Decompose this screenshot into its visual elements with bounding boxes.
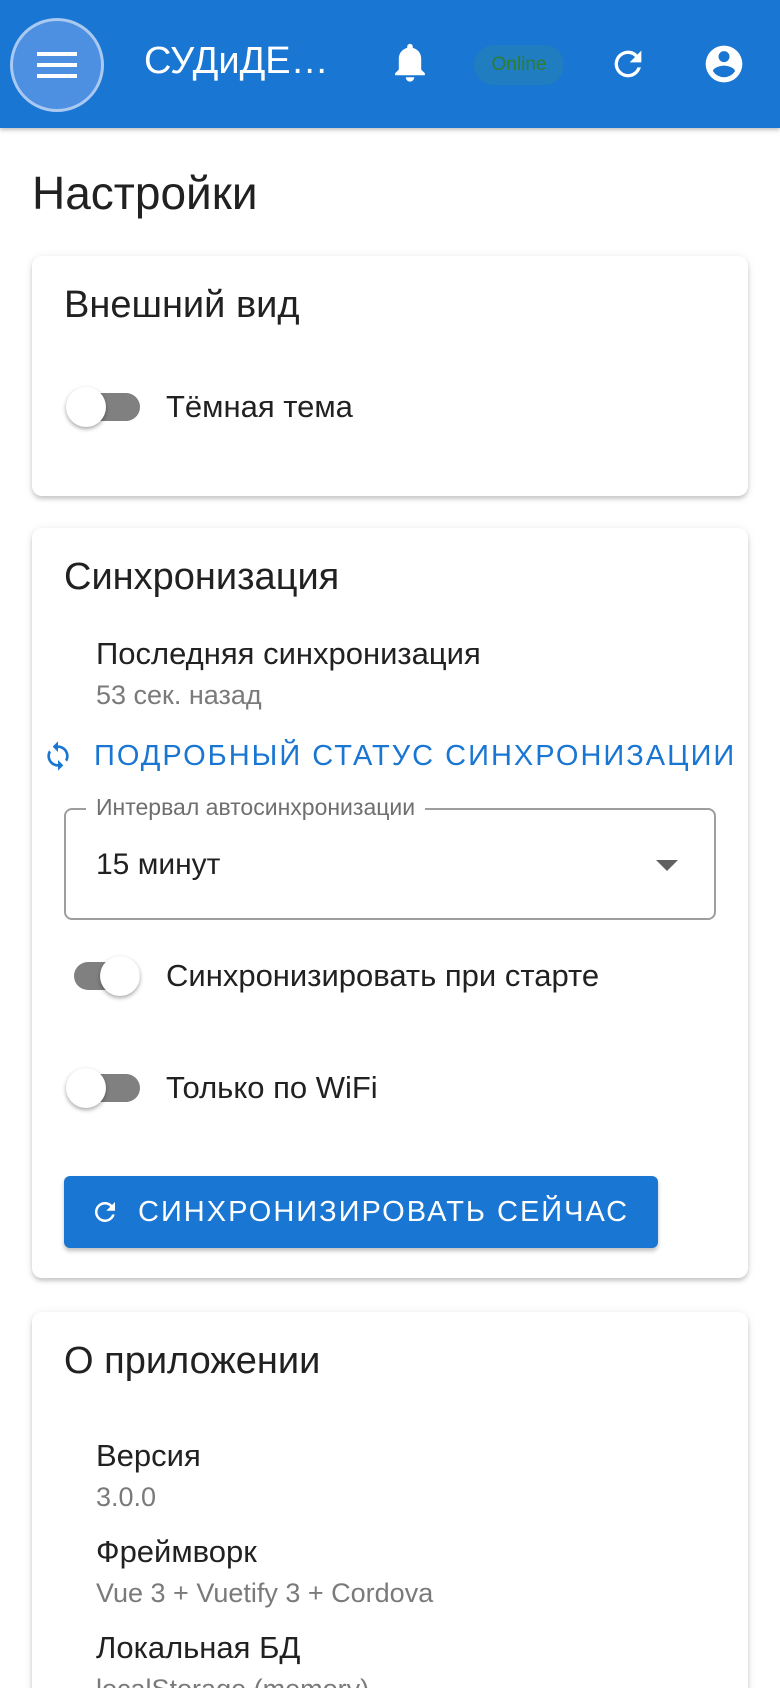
- dark-theme-switch[interactable]: [64, 387, 144, 427]
- sync-interval-select[interactable]: Интервал автосинхронизации 15 минут: [64, 794, 716, 920]
- sync-now-button[interactable]: СИНХРОНИЗИРОВАТЬ СЕЙЧАС: [64, 1176, 658, 1248]
- menu-button[interactable]: [10, 18, 104, 112]
- local-db-label: Локальная БД: [96, 1630, 301, 1665]
- dark-theme-row[interactable]: Тёмная тема: [64, 377, 353, 437]
- switch-thumb: [100, 956, 140, 996]
- notifications-button[interactable]: [380, 34, 440, 94]
- last-sync-label: Последняя синхронизация: [96, 636, 481, 671]
- version-label: Версия: [96, 1438, 201, 1473]
- wifi-only-label: Только по WiFi: [166, 1070, 378, 1105]
- sync-status-button[interactable]: ПОДРОБНЫЙ СТАТУС СИНХРОНИЗАЦИИ: [42, 731, 736, 781]
- refresh-icon: [90, 1197, 120, 1227]
- sync-now-button-label: СИНХРОНИЗИРОВАТЬ СЕЙЧАС: [138, 1195, 630, 1228]
- sync-card: Синхронизация Последняя синхронизация 53…: [32, 528, 748, 1278]
- sync-status-button-label: ПОДРОБНЫЙ СТАТУС СИНХРОНИЗАЦИИ: [94, 739, 737, 772]
- account-button[interactable]: [694, 34, 754, 94]
- chevron-down-icon: [656, 860, 678, 871]
- sync-on-start-switch[interactable]: [64, 956, 176, 996]
- account-circle-icon: [705, 45, 743, 83]
- appearance-card: Внешний вид Тёмная тема: [32, 256, 748, 496]
- appearance-card-title: Внешний вид: [64, 284, 300, 326]
- online-status-chip: Online: [474, 45, 564, 85]
- local-db-value: localStorage (memory): [96, 1674, 369, 1688]
- wifi-only-row[interactable]: Только по WiFi: [64, 1058, 378, 1118]
- bell-icon: [395, 43, 425, 82]
- sync-interval-label: Интервал автосинхронизации: [86, 794, 426, 821]
- menu-icon: [37, 52, 77, 78]
- about-card-title: О приложении: [64, 1340, 321, 1382]
- framework-label: Фреймворк: [96, 1534, 257, 1569]
- refresh-icon: [614, 50, 642, 78]
- framework-value: Vue 3 + Vuetify 3 + Cordova: [96, 1578, 434, 1608]
- sync-interval-value: 15 минут: [96, 848, 221, 881]
- sync-icon: [47, 741, 69, 771]
- app-bar: СУДиДЕ… Online: [0, 0, 780, 128]
- version-value: 3.0.0: [96, 1482, 157, 1512]
- about-card: О приложении Версия 3.0.0 Фреймворк Vue …: [32, 1312, 748, 1688]
- app-title: СУДиДЕ…: [144, 40, 329, 82]
- dark-theme-label: Тёмная тема: [166, 389, 353, 424]
- last-sync-value: 53 сек. назад: [96, 680, 262, 710]
- sync-card-title: Синхронизация: [64, 556, 340, 598]
- switch-thumb: [66, 387, 106, 427]
- sync-on-start-label: Синхронизировать при старте: [166, 958, 600, 993]
- switch-thumb: [66, 1068, 106, 1108]
- refresh-button[interactable]: [598, 34, 658, 94]
- page-title: Настройки: [32, 167, 258, 219]
- wifi-only-switch[interactable]: [64, 1068, 144, 1108]
- sync-on-start-row[interactable]: Синхронизировать при старте: [64, 946, 599, 1006]
